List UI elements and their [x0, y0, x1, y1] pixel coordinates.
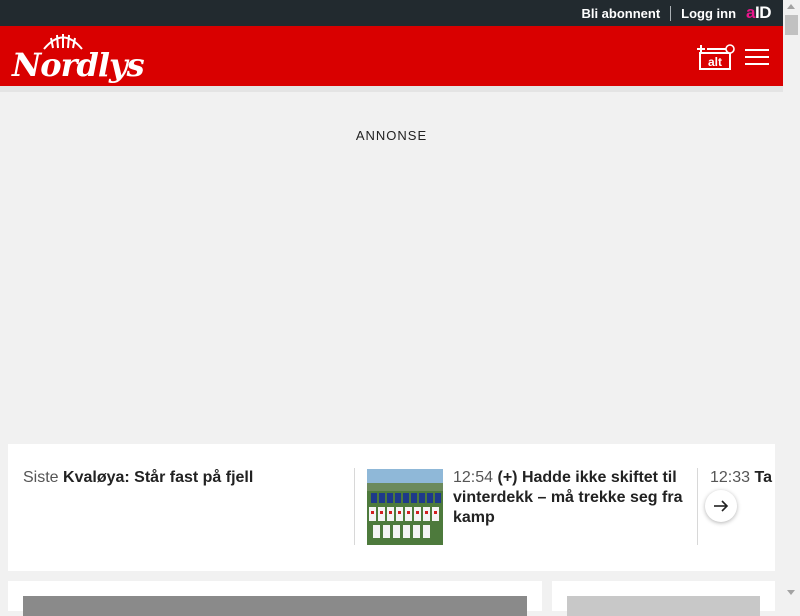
logo-text: Nordlys [12, 46, 145, 84]
news-time: 12:33 [710, 469, 751, 486]
hamburger-menu-button[interactable] [745, 45, 769, 67]
arrow-right-icon [714, 500, 729, 512]
scrollbar-thumb[interactable] [785, 15, 798, 35]
news-headline: Ta på flyp [754, 469, 776, 486]
menu-line [745, 56, 769, 58]
scroll-down-arrow-icon[interactable] [787, 590, 795, 595]
news-time: Siste [23, 469, 59, 486]
plus-alt-button[interactable]: alt [697, 43, 735, 71]
team-photo-image [367, 469, 443, 545]
article-card[interactable] [8, 581, 542, 616]
advertisement-area: ANNONSE [0, 86, 783, 444]
svg-text:alt: alt [708, 55, 722, 69]
top-bar: Bli abonnent Logg inn aID [0, 0, 783, 26]
news-headline: Kvaløya: Står fast på fjell [63, 469, 254, 486]
article-image [567, 596, 760, 616]
divider [697, 468, 698, 545]
top-bar-links: Bli abonnent Logg inn aID [581, 0, 771, 26]
article-image [23, 596, 527, 616]
news-thumbnail[interactable] [367, 469, 443, 545]
article-card[interactable] [552, 581, 775, 616]
news-item[interactable]: 12:54 (+) Hadde ikke skiftet til vinterd… [453, 468, 693, 528]
subscribe-link[interactable]: Bli abonnent [581, 6, 660, 21]
news-ticker: Siste Kvaløya: Står fast på fjell 12:54 … [8, 444, 775, 571]
aid-logo[interactable]: aID [746, 3, 771, 23]
nordlys-logo[interactable]: Nordlys [10, 32, 145, 84]
next-news-button[interactable] [705, 490, 737, 522]
news-item[interactable]: 12:33 Ta på flyp [710, 468, 775, 488]
ad-label: ANNONSE [355, 128, 428, 143]
site-header: Nordlys alt [0, 26, 783, 86]
plus-alt-icon: alt [697, 44, 735, 70]
login-link[interactable]: Logg inn [681, 6, 736, 21]
menu-line [745, 63, 769, 65]
scrollbar[interactable] [783, 0, 800, 600]
news-time: 12:54 [453, 469, 494, 486]
news-item[interactable]: Siste Kvaløya: Står fast på fjell [23, 468, 343, 488]
scroll-up-arrow-icon[interactable] [787, 4, 795, 9]
divider [670, 5, 672, 21]
menu-line [745, 49, 769, 51]
ad-top-strip [0, 86, 783, 92]
divider [354, 468, 355, 545]
